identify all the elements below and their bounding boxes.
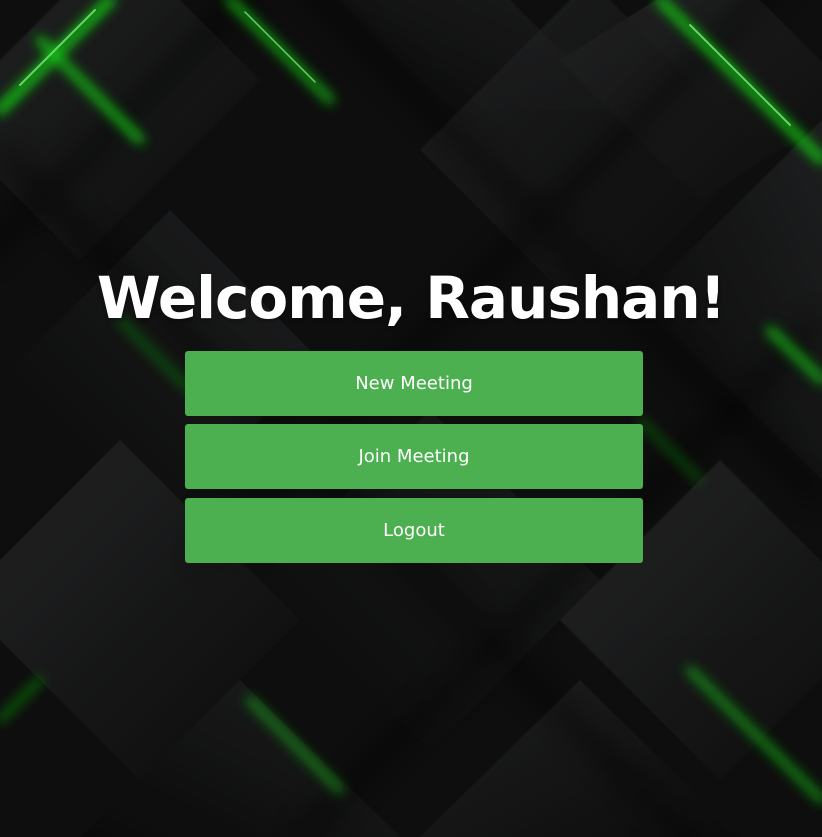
logout-button[interactable]: Logout bbox=[185, 498, 643, 563]
join-meeting-label: Join Meeting bbox=[358, 446, 470, 467]
join-meeting-button[interactable]: Join Meeting bbox=[185, 424, 643, 489]
welcome-panel: Welcome, Raushan! New Meeting Join Meeti… bbox=[0, 0, 822, 837]
welcome-title: Welcome, Raushan! bbox=[96, 264, 726, 332]
logout-label: Logout bbox=[383, 520, 445, 541]
new-meeting-label: New Meeting bbox=[355, 373, 473, 394]
new-meeting-button[interactable]: New Meeting bbox=[185, 351, 643, 416]
